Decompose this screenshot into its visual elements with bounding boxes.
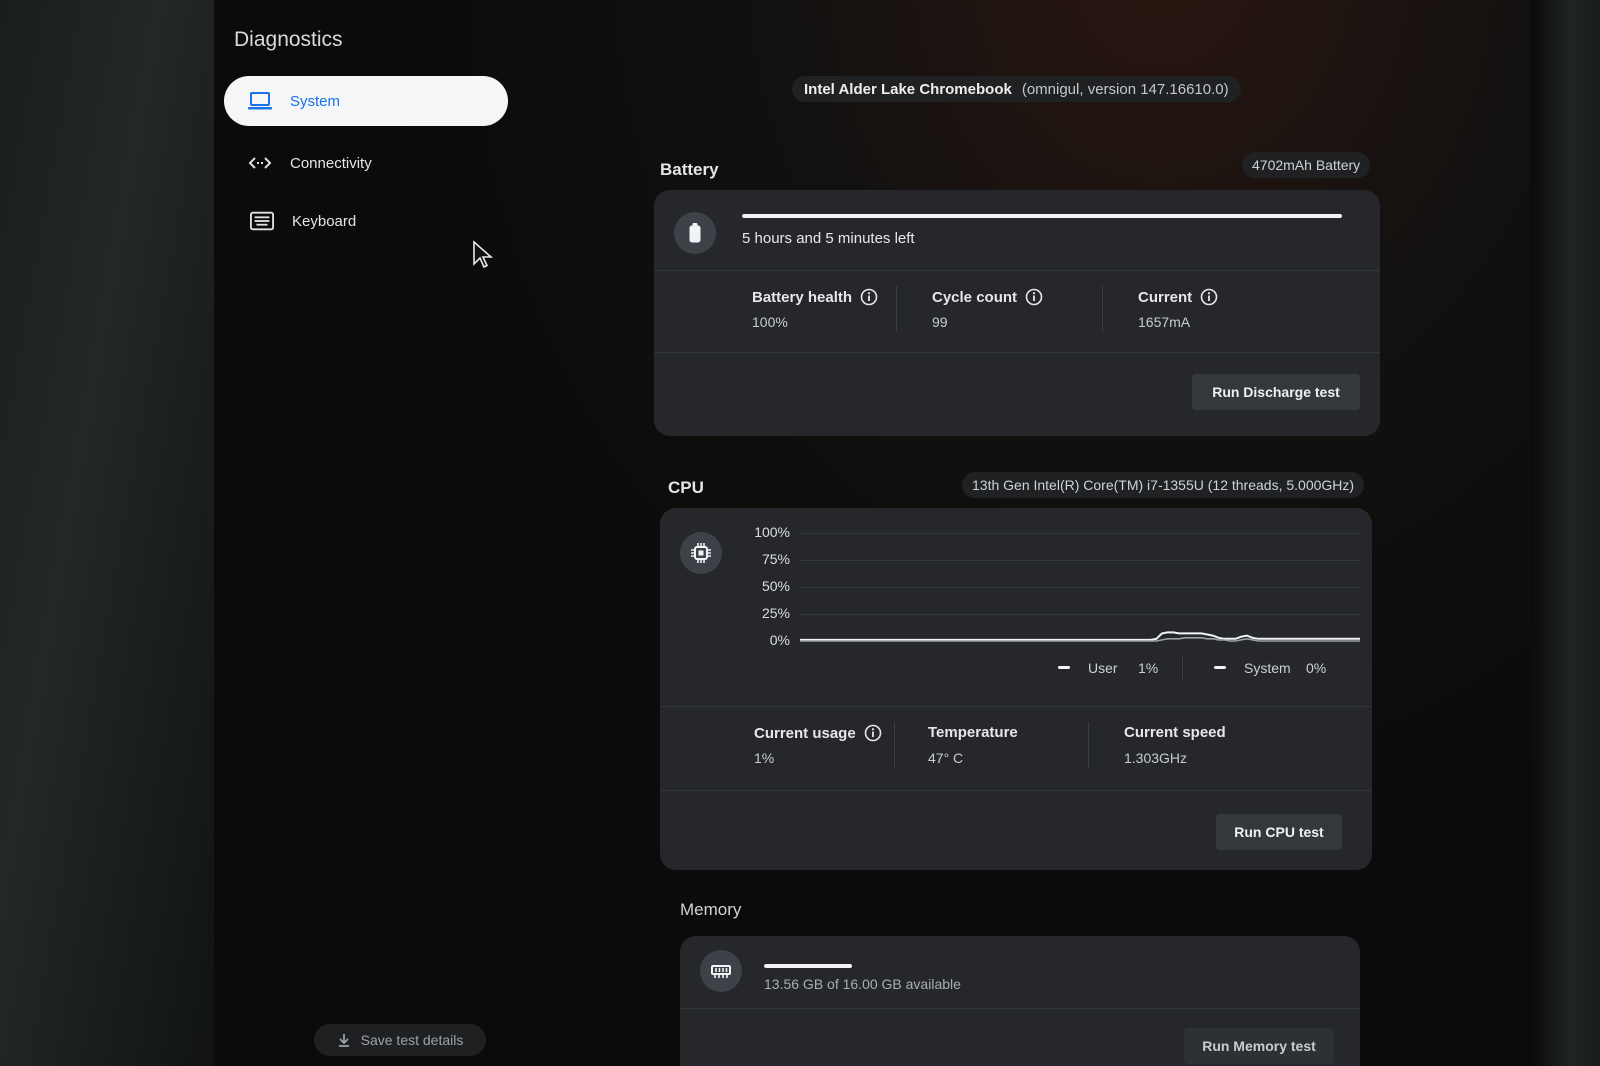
current-speed-value: 1.303GHz bbox=[1124, 750, 1188, 766]
sidebar-item-system[interactable]: System bbox=[224, 76, 508, 126]
stat-divider bbox=[1088, 722, 1089, 768]
arrows-left-right-icon bbox=[248, 151, 272, 175]
temperature-label: Temperature bbox=[928, 724, 1018, 741]
download-icon bbox=[337, 1033, 351, 1047]
system-legend-value: 0% bbox=[1306, 660, 1327, 676]
battery-section-title: Battery bbox=[660, 160, 719, 179]
device-info-chip: Intel Alder Lake Chromebook (omnigul, ve… bbox=[792, 76, 1241, 102]
info-icon[interactable] bbox=[1025, 288, 1043, 306]
y-tick-label: 25% bbox=[761, 605, 790, 621]
sidebar-item-label: System bbox=[290, 92, 341, 110]
device-name: Intel Alder Lake Chromebook bbox=[804, 80, 1012, 98]
current-usage-label-text: Current usage bbox=[754, 724, 856, 742]
memory-divider bbox=[680, 1008, 1360, 1009]
y-tick-label: 0% bbox=[769, 632, 790, 648]
battery-icon bbox=[674, 212, 716, 254]
device-version: (omnigul, version 147.16610.0) bbox=[1021, 80, 1229, 98]
cpu-chip-icon bbox=[680, 532, 722, 574]
battery-health-label-text: Battery health bbox=[752, 288, 853, 306]
legend-divider bbox=[1182, 656, 1183, 680]
battery-charge-bar bbox=[742, 214, 1342, 218]
stat-divider bbox=[896, 286, 897, 332]
sidebar-item-keyboard[interactable]: Keyboard bbox=[250, 196, 510, 246]
sidebar-item-label: Connectivity bbox=[290, 154, 372, 172]
diagnostics-window: Diagnostics System Connectivity Keyboard… bbox=[214, 0, 1530, 1066]
y-tick-label: 100% bbox=[754, 524, 790, 540]
system-legend-label: System bbox=[1244, 660, 1291, 676]
user-legend-value: 1% bbox=[1138, 660, 1159, 676]
save-button-label: Save test details bbox=[360, 1032, 464, 1048]
memory-chip-icon bbox=[700, 950, 742, 992]
keyboard-icon bbox=[250, 209, 274, 233]
battery-divider bbox=[654, 352, 1380, 353]
current-label-text: Current bbox=[1138, 288, 1193, 306]
cpu-divider bbox=[660, 706, 1372, 707]
memory-card: 13.56 GB of 16.00 GB available Run Memor… bbox=[680, 936, 1360, 1066]
current-usage-value: 1% bbox=[754, 750, 775, 766]
battery-health-value: 100% bbox=[752, 314, 788, 330]
user-series-line bbox=[800, 631, 1360, 641]
cycle-count-label: Cycle count bbox=[932, 288, 1043, 306]
battery-card: 5 hours and 5 minutes left Battery healt… bbox=[654, 190, 1380, 436]
current-value: 1657mA bbox=[1138, 314, 1191, 330]
stat-divider bbox=[1102, 286, 1103, 332]
user-legend-label: User bbox=[1088, 660, 1118, 676]
info-icon[interactable] bbox=[1200, 288, 1218, 306]
battery-charge-fill bbox=[742, 214, 1342, 218]
cpu-section-title: CPU bbox=[668, 478, 704, 497]
temperature-value: 47° C bbox=[928, 750, 964, 766]
sidebar-item-connectivity[interactable]: Connectivity bbox=[248, 138, 508, 188]
cpu-card: 100% 75% 50% 25% 0% User 1% System 0% Cu… bbox=[660, 508, 1372, 870]
current-label: Current bbox=[1138, 288, 1218, 306]
memory-section-title: Memory bbox=[680, 900, 742, 919]
memory-usage-bar bbox=[764, 964, 1350, 968]
stat-divider bbox=[894, 722, 895, 768]
battery-time-left: 5 hours and 5 minutes left bbox=[742, 230, 915, 247]
sidebar-item-label: Keyboard bbox=[292, 212, 357, 230]
info-icon[interactable] bbox=[860, 288, 878, 306]
run-cpu-test-button[interactable]: Run CPU test bbox=[1216, 814, 1342, 850]
battery-divider bbox=[654, 270, 1380, 271]
current-speed-label: Current speed bbox=[1124, 724, 1226, 741]
memory-available-text: 13.56 GB of 16.00 GB available bbox=[764, 976, 961, 992]
mouse-cursor-icon bbox=[472, 240, 494, 275]
app-title: Diagnostics bbox=[234, 28, 343, 51]
system-legend-swatch bbox=[1214, 666, 1226, 669]
right-bezel bbox=[1530, 0, 1600, 1066]
user-legend-swatch bbox=[1058, 666, 1070, 669]
run-memory-test-button[interactable]: Run Memory test bbox=[1184, 1028, 1334, 1064]
cycle-count-value: 99 bbox=[932, 314, 948, 330]
info-icon[interactable] bbox=[864, 724, 882, 742]
cpu-divider bbox=[660, 790, 1372, 791]
memory-usage-fill bbox=[764, 964, 852, 968]
cycle-count-label-text: Cycle count bbox=[932, 288, 1018, 306]
save-test-details-button[interactable]: Save test details bbox=[314, 1024, 486, 1056]
battery-health-label: Battery health bbox=[752, 288, 878, 306]
y-tick-label: 50% bbox=[761, 578, 790, 594]
laptop-icon bbox=[248, 89, 272, 113]
current-usage-label: Current usage bbox=[754, 724, 882, 742]
cpu-model-chip: 13th Gen Intel(R) Core(TM) i7-1355U (12 … bbox=[962, 472, 1365, 498]
run-discharge-test-button[interactable]: Run Discharge test bbox=[1192, 374, 1360, 410]
battery-capacity-chip: 4702mAh Battery bbox=[1242, 152, 1371, 178]
left-bezel bbox=[0, 0, 214, 1066]
cpu-usage-chart bbox=[800, 631, 1360, 642]
y-tick-label: 75% bbox=[761, 551, 790, 567]
